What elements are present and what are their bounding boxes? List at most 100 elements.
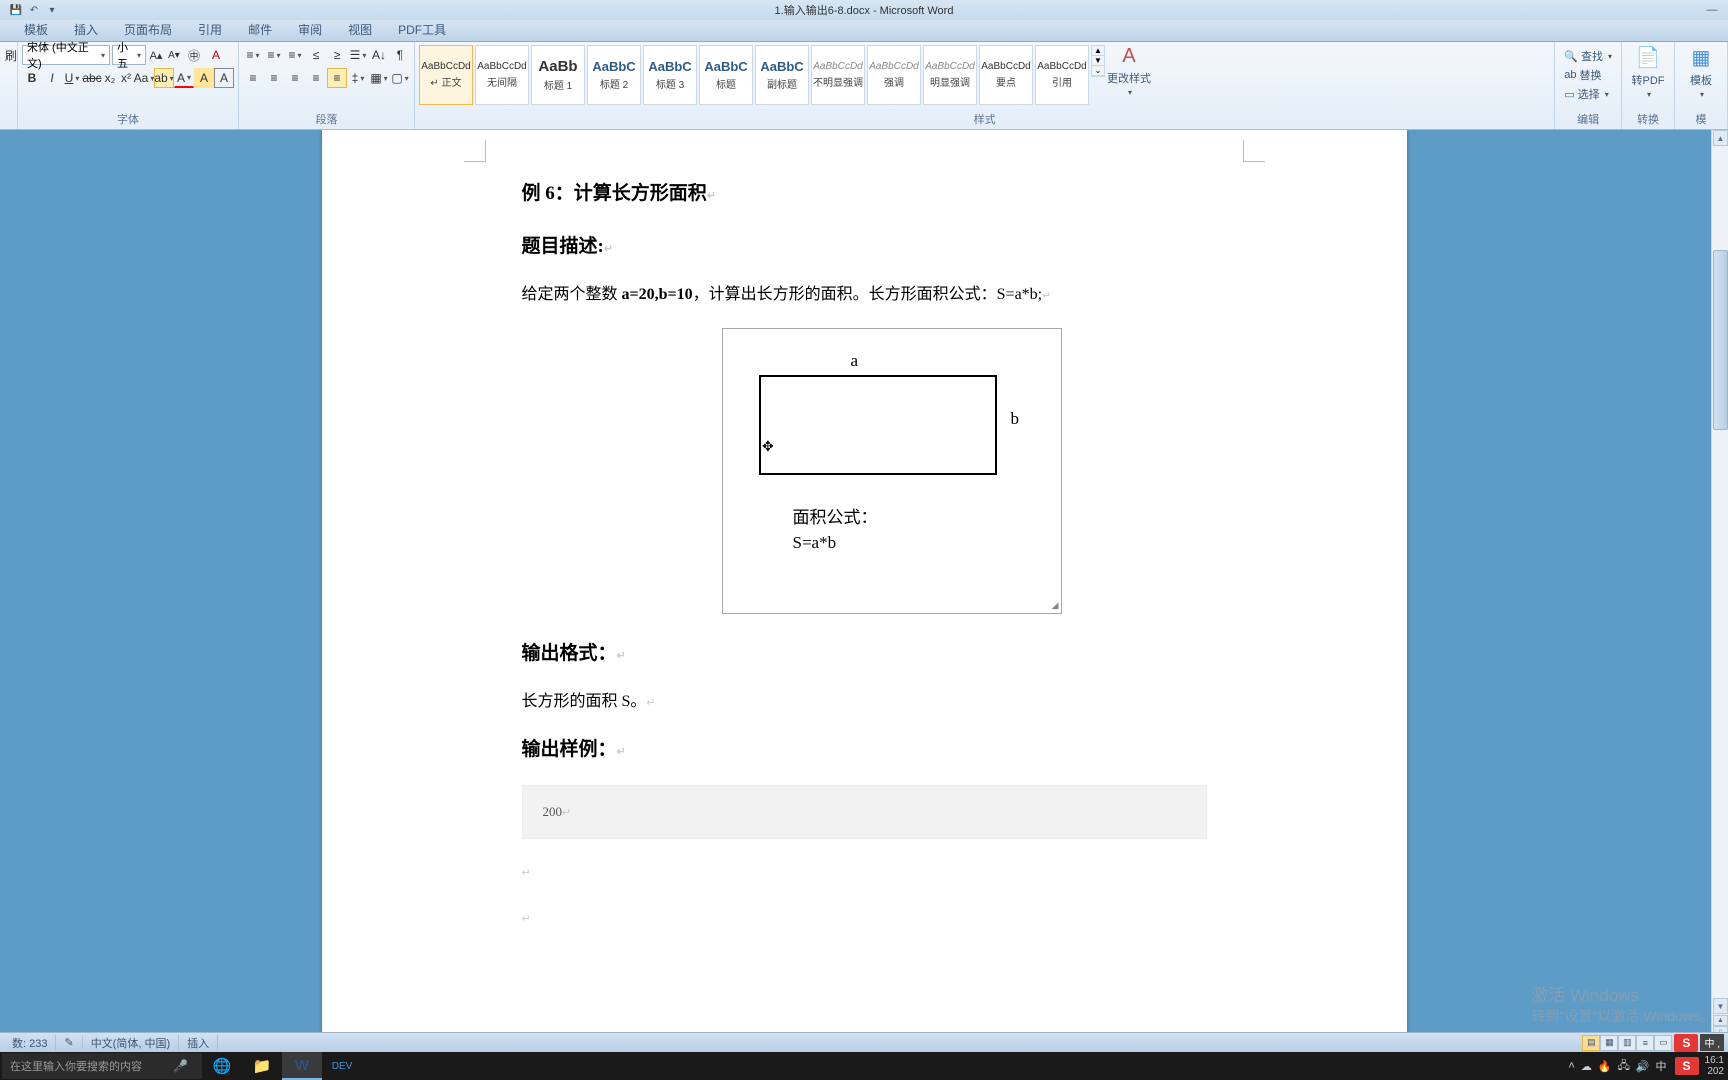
prev-page-icon[interactable]: ▲ bbox=[1713, 1015, 1728, 1026]
char-shading-button[interactable]: A bbox=[194, 68, 214, 88]
sogou-ime-icon[interactable]: S bbox=[1674, 1034, 1698, 1052]
superscript-button[interactable]: x² bbox=[118, 68, 134, 88]
align-right-button[interactable]: ≡ bbox=[285, 68, 305, 88]
style-引用[interactable]: AaBbCcDd引用 bbox=[1035, 45, 1089, 105]
gallery-down-icon[interactable]: ▼ bbox=[1092, 56, 1104, 66]
shrink-font-icon[interactable]: A▾ bbox=[166, 45, 182, 65]
scroll-thumb[interactable] bbox=[1713, 250, 1728, 430]
styles-gallery[interactable]: AaBbCcDd↵ 正文AaBbCcDd无间隔AaBb标题 1AaBbC标题 2… bbox=[419, 45, 1089, 105]
taskbar-search[interactable]: 在这里输入你要搜索的内容 🎤 bbox=[2, 1053, 202, 1079]
style-无间隔[interactable]: AaBbCcDd无间隔 bbox=[475, 45, 529, 105]
insert-mode[interactable]: 插入 bbox=[179, 1035, 218, 1051]
style-明显强调[interactable]: AaBbCcDd明显强调 bbox=[923, 45, 977, 105]
font-size-select[interactable]: 小五▾ bbox=[112, 45, 146, 65]
grow-font-icon[interactable]: A▴ bbox=[148, 45, 164, 65]
style-强调[interactable]: AaBbCcDd强调 bbox=[867, 45, 921, 105]
taskbar-devcpp-icon[interactable]: DEV bbox=[322, 1052, 362, 1080]
style-副标题[interactable]: AaBbC副标题 bbox=[755, 45, 809, 105]
decrease-indent-button[interactable]: ≤ bbox=[306, 45, 326, 65]
tray-onedrive-icon[interactable]: ☁ bbox=[1581, 1060, 1592, 1073]
font-color-button[interactable]: A▾ bbox=[174, 68, 194, 88]
char-border-button[interactable]: A bbox=[214, 68, 234, 88]
bullets-button[interactable]: ≡▾ bbox=[243, 45, 263, 65]
word-count[interactable]: 数: 233 bbox=[4, 1035, 56, 1051]
asian-layout-button[interactable]: ☰▾ bbox=[348, 45, 368, 65]
style-不明显强调[interactable]: AaBbCcDd不明显强调 bbox=[811, 45, 865, 105]
shading-button[interactable]: ▦▾ bbox=[369, 68, 389, 88]
subscript-button[interactable]: x₂ bbox=[102, 68, 118, 88]
diagram-canvas[interactable]: a b 面积公式： S=a*b ◢ bbox=[722, 328, 1062, 614]
resize-handle-icon[interactable]: ◢ bbox=[1052, 600, 1059, 611]
print-layout-view-icon[interactable]: ▤ bbox=[1582, 1035, 1600, 1051]
vertical-scrollbar[interactable]: ▲ ▼ ▲ ○ ▼ bbox=[1711, 130, 1728, 1048]
find-button[interactable]: 🔍查找▾ bbox=[1561, 47, 1615, 65]
save-icon[interactable]: 💾 bbox=[8, 2, 24, 18]
tray-volume-icon[interactable]: 🔊 bbox=[1636, 1060, 1650, 1073]
style-要点[interactable]: AaBbCcDd要点 bbox=[979, 45, 1033, 105]
draft-view-icon[interactable]: ▭ bbox=[1654, 1035, 1672, 1051]
format-painter-icon[interactable]: 刷 bbox=[4, 45, 18, 65]
outline-view-icon[interactable]: ≡ bbox=[1636, 1035, 1654, 1051]
convert-pdf-button[interactable]: 📄 转PDF ▾ bbox=[1626, 45, 1670, 99]
tab-insert[interactable]: 插入 bbox=[62, 18, 110, 41]
select-button[interactable]: ▭选择▾ bbox=[1561, 85, 1615, 103]
style-标题 2[interactable]: AaBbC标题 2 bbox=[587, 45, 641, 105]
justify-button[interactable]: ≡ bbox=[306, 68, 326, 88]
strikethrough-button[interactable]: abc bbox=[82, 68, 102, 88]
underline-button[interactable]: U▾ bbox=[62, 68, 82, 88]
undo-icon[interactable]: ↶ bbox=[26, 2, 42, 18]
page[interactable]: 例 6：计算长方形面积↵ 题目描述:↵ 给定两个整数 a=20,b=10，计算出… bbox=[322, 130, 1407, 1048]
tray-up-icon[interactable]: ˄ bbox=[1568, 1060, 1574, 1072]
tab-view[interactable]: 视图 bbox=[336, 18, 384, 41]
align-left-button[interactable]: ≡ bbox=[243, 68, 263, 88]
sort-button[interactable]: A↓ bbox=[369, 45, 389, 65]
ime-language[interactable]: 中 , bbox=[1700, 1034, 1724, 1051]
taskbar-explorer-icon[interactable]: 📁 bbox=[242, 1052, 282, 1080]
numbering-button[interactable]: ≡▾ bbox=[264, 45, 284, 65]
style-标题 3[interactable]: AaBbC标题 3 bbox=[643, 45, 697, 105]
tab-references[interactable]: 引用 bbox=[186, 18, 234, 41]
tray-clock[interactable]: 16:1 202 bbox=[1705, 1055, 1724, 1077]
web-layout-view-icon[interactable]: ▥ bbox=[1618, 1035, 1636, 1051]
clear-format-icon[interactable]: A bbox=[206, 45, 226, 65]
multilevel-button[interactable]: ≡▾ bbox=[285, 45, 305, 65]
highlight-button[interactable]: ab▾ bbox=[154, 68, 174, 88]
show-marks-button[interactable]: ¶ bbox=[390, 45, 410, 65]
diagram-rectangle[interactable] bbox=[759, 375, 997, 475]
style-标题 1[interactable]: AaBb标题 1 bbox=[531, 45, 585, 105]
document-area[interactable]: 例 6：计算长方形面积↵ 题目描述:↵ 给定两个整数 a=20,b=10，计算出… bbox=[0, 130, 1728, 1048]
tab-review[interactable]: 审阅 bbox=[286, 18, 334, 41]
tab-pdf-tools[interactable]: PDF工具 bbox=[386, 18, 458, 41]
template-button[interactable]: ▦ 模板 ▾ bbox=[1679, 45, 1723, 99]
microphone-icon[interactable]: 🎤 bbox=[173, 1059, 188, 1073]
gallery-more-icon[interactable]: ⌄ bbox=[1092, 66, 1104, 76]
tab-mailings[interactable]: 邮件 bbox=[236, 18, 284, 41]
tray-ime-icon[interactable]: 中 bbox=[1656, 1058, 1667, 1074]
minimize-button[interactable]: — bbox=[1698, 1, 1726, 19]
change-case-button[interactable]: Aa▾ bbox=[134, 68, 154, 88]
replace-button[interactable]: ab替换 bbox=[1561, 66, 1615, 84]
align-center-button[interactable]: ≡ bbox=[264, 68, 284, 88]
gallery-scroll[interactable]: ▲ ▼ ⌄ bbox=[1091, 45, 1105, 77]
borders-button[interactable]: ▢▾ bbox=[390, 68, 410, 88]
line-spacing-button[interactable]: ‡▾ bbox=[348, 68, 368, 88]
increase-indent-button[interactable]: ≥ bbox=[327, 45, 347, 65]
style-标题[interactable]: AaBbC标题 bbox=[699, 45, 753, 105]
scroll-up-icon[interactable]: ▲ bbox=[1713, 130, 1728, 146]
fullscreen-view-icon[interactable]: ▦ bbox=[1600, 1035, 1618, 1051]
phonetic-guide-icon[interactable]: ㊥ bbox=[184, 45, 204, 65]
tray-sogou-icon[interactable]: S bbox=[1675, 1057, 1699, 1075]
document-content[interactable]: 例 6：计算长方形面积↵ 题目描述:↵ 给定两个整数 a=20,b=10，计算出… bbox=[322, 138, 1407, 930]
bold-button[interactable]: B bbox=[22, 68, 42, 88]
language-status[interactable]: 中文(简体, 中国) bbox=[83, 1035, 179, 1051]
tray-network-icon[interactable]: 🖧 bbox=[1618, 1057, 1630, 1076]
gallery-up-icon[interactable]: ▲ bbox=[1092, 46, 1104, 56]
qat-more-icon[interactable]: ▾ bbox=[44, 2, 60, 18]
style-正文[interactable]: AaBbCcDd↵ 正文 bbox=[419, 45, 473, 105]
tab-template[interactable]: 模板 bbox=[12, 18, 60, 41]
taskbar-word-icon[interactable]: W bbox=[282, 1052, 322, 1080]
spellcheck-icon[interactable]: ✎ bbox=[56, 1036, 82, 1049]
taskbar-browser-icon[interactable]: 🌐 bbox=[202, 1052, 242, 1080]
font-name-select[interactable]: 宋体 (中文正文)▾ bbox=[22, 45, 110, 65]
change-styles-button[interactable]: A 更改样式 ▾ bbox=[1107, 45, 1151, 97]
